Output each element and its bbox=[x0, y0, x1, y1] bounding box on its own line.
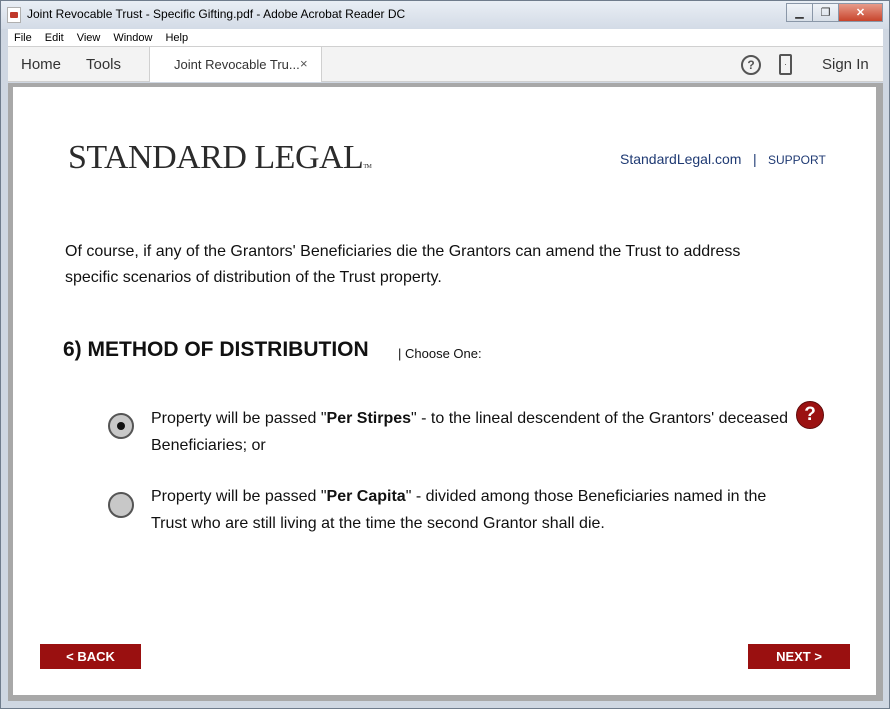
back-button[interactable]: < BACK bbox=[40, 644, 141, 669]
pdf-app-icon bbox=[7, 7, 21, 23]
menu-window[interactable]: Window bbox=[113, 32, 152, 44]
support-link[interactable]: SUPPORT bbox=[768, 153, 826, 167]
pdf-page: STANDARD LEGALTM StandardLegal.com | SUP… bbox=[13, 87, 876, 695]
question-help-icon[interactable]: ? bbox=[796, 401, 824, 429]
per-stirpes-option-text: Property will be passed "Per Stirpes" - … bbox=[151, 405, 791, 459]
document-tab-label: Joint Revocable Tru... bbox=[174, 57, 300, 72]
minimize-button[interactable]: ▁ bbox=[786, 3, 813, 22]
window-controls: ▁ ❐ ✕ bbox=[786, 3, 883, 22]
tab-close-icon[interactable]: × bbox=[300, 56, 308, 71]
tools-tab[interactable]: Tools bbox=[86, 56, 121, 73]
menu-help[interactable]: Help bbox=[165, 32, 188, 44]
home-tab[interactable]: Home bbox=[21, 56, 61, 73]
per-capita-option-text: Property will be passed "Per Capita" - d… bbox=[151, 483, 791, 537]
document-tab[interactable]: Joint Revocable Tru... × bbox=[149, 47, 322, 82]
header-separator: | bbox=[753, 151, 757, 167]
radio-selected-dot bbox=[117, 422, 125, 430]
section-title: 6) METHOD OF DISTRIBUTION bbox=[63, 338, 369, 361]
option-term: Per Capita bbox=[326, 488, 406, 505]
window-title: Joint Revocable Trust - Specific Gifting… bbox=[27, 7, 406, 21]
title-bar: Joint Revocable Trust - Specific Gifting… bbox=[1, 1, 889, 29]
standard-legal-logo: STANDARD LEGALTM bbox=[68, 139, 372, 177]
logo-trademark: TM bbox=[363, 164, 372, 170]
mobile-link-icon[interactable]: · bbox=[779, 54, 792, 75]
intro-paragraph: Of course, if any of the Grantors' Benef… bbox=[65, 243, 741, 286]
site-link[interactable]: StandardLegal.com bbox=[620, 151, 741, 167]
menu-bar: File Edit View Window Help bbox=[8, 29, 883, 47]
menu-view[interactable]: View bbox=[77, 32, 101, 44]
help-icon[interactable]: ? bbox=[741, 55, 761, 75]
menu-edit[interactable]: Edit bbox=[45, 32, 64, 44]
per-stirpes-radio[interactable] bbox=[108, 413, 134, 439]
option-text-pre: Property will be passed " bbox=[151, 488, 327, 505]
sign-in-button[interactable]: Sign In bbox=[822, 56, 869, 73]
option-term: Per Stirpes bbox=[326, 410, 412, 427]
toolbar: Home Tools Joint Revocable Tru... × ? · … bbox=[8, 47, 883, 82]
per-capita-radio[interactable] bbox=[108, 492, 134, 518]
option-text-pre: Property will be passed " bbox=[151, 410, 327, 427]
maximize-button[interactable]: ❐ bbox=[812, 3, 839, 22]
menu-file[interactable]: File bbox=[14, 32, 32, 44]
logo-text: STANDARD LEGAL bbox=[68, 139, 364, 176]
close-button[interactable]: ✕ bbox=[838, 3, 883, 22]
next-button[interactable]: NEXT > bbox=[748, 644, 850, 669]
choose-one-label: | Choose One: bbox=[398, 346, 482, 361]
